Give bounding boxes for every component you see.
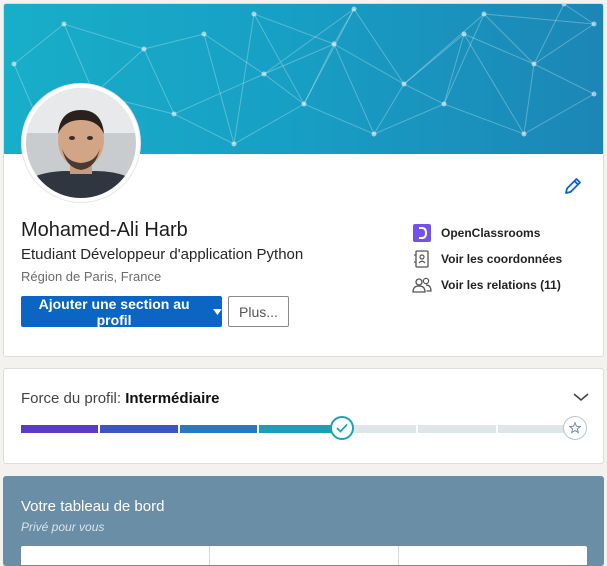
people-icon [412, 275, 432, 295]
dashboard-subtitle: Privé pour vous [21, 520, 105, 534]
strength-meter-segment-filled [21, 425, 99, 433]
chevron-down-icon[interactable] [573, 391, 589, 403]
side-link-label: Voir les coordonnées [441, 252, 563, 266]
more-button[interactable]: Plus... [228, 296, 289, 327]
openclassrooms-logo-icon [412, 223, 432, 243]
add-profile-section-button[interactable]: Ajouter une section au profil [21, 295, 222, 328]
edit-pencil-icon[interactable] [563, 176, 583, 196]
side-link-openclassrooms[interactable]: OpenClassrooms [412, 220, 562, 246]
dashboard-title: Votre tableau de bord [21, 498, 165, 515]
strength-meter-segment [418, 425, 496, 433]
checkmark-icon [336, 423, 348, 433]
side-link-contact-info[interactable]: Voir les coordonnées [412, 246, 562, 272]
dashboard-stats-panel [21, 546, 587, 565]
side-link-label: OpenClassrooms [441, 226, 541, 240]
profile-strength-prefix: Force du profil: [21, 390, 126, 407]
profile-strength-title: Force du profil: Intermédiaire [21, 390, 219, 407]
strength-meter-segment-filled [179, 425, 258, 433]
profile-strength-meter [21, 425, 575, 433]
profile-card: Mohamed-Ali Harb Etudiant Développeur d'… [3, 3, 604, 357]
add-profile-section-label: Ajouter une section au profil [38, 295, 190, 328]
profile-strength-level: Intermédiaire [125, 390, 220, 407]
side-link-connections[interactable]: Voir les relations (11) [412, 272, 562, 298]
all-star-marker [563, 416, 587, 440]
profile-location: Région de Paris, France [21, 269, 162, 284]
dashboard-stat-cell[interactable] [399, 546, 587, 565]
profile-side-links: OpenClassrooms Voir les coordonnées Voir… [412, 220, 562, 298]
strength-meter-segment-filled [100, 425, 178, 433]
profile-strength-card: Force du profil: Intermédiaire [3, 368, 604, 464]
dashboard-card: Votre tableau de bord Privé pour vous [3, 476, 604, 566]
profile-avatar[interactable] [22, 84, 140, 202]
dashboard-stat-cell[interactable] [210, 546, 399, 565]
profile-name: Mohamed-Ali Harb [21, 219, 188, 241]
caret-down-icon [213, 308, 222, 315]
side-link-label: Voir les relations (11) [441, 278, 561, 292]
profile-strength-marker [330, 416, 355, 440]
contact-card-icon [412, 249, 432, 269]
dashboard-stat-cell[interactable] [21, 546, 210, 565]
star-icon [569, 422, 581, 434]
avatar-photo [26, 88, 136, 198]
profile-headline: Etudiant Développeur d'application Pytho… [21, 246, 304, 263]
strength-meter-segment-filled [259, 425, 337, 433]
